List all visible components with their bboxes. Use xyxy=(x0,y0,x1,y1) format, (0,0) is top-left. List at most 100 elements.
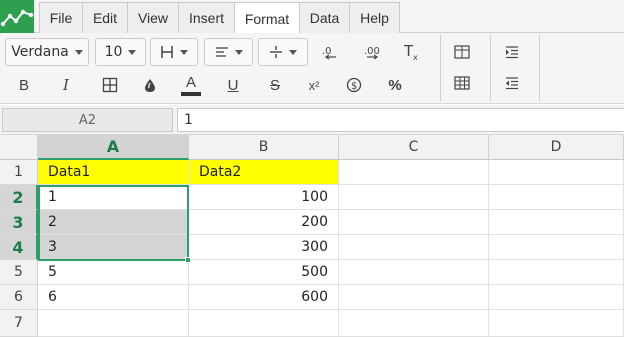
menu-tab-file[interactable]: File xyxy=(39,2,83,33)
cell-d6[interactable] xyxy=(489,285,624,310)
font-color-button[interactable]: A xyxy=(178,71,204,99)
cell-d7[interactable] xyxy=(489,310,624,337)
fill-handle[interactable] xyxy=(185,257,191,263)
outdent-button[interactable] xyxy=(499,71,525,95)
column-header-c[interactable]: C xyxy=(339,135,489,160)
vertical-align-dropdown[interactable] xyxy=(258,38,308,66)
menu-tab-format[interactable]: Format xyxy=(234,2,300,34)
superscript-label: x² xyxy=(308,77,320,93)
currency-format-button[interactable]: $ xyxy=(341,73,367,97)
toolbar-separator xyxy=(490,35,491,101)
cell-a7[interactable] xyxy=(38,310,189,337)
row-header-7[interactable]: 7 xyxy=(0,310,38,337)
chevron-down-icon xyxy=(234,49,243,55)
cell-d3[interactable] xyxy=(489,210,624,235)
format-table-button[interactable] xyxy=(449,40,475,64)
column-header-a[interactable]: A xyxy=(38,135,189,160)
row-header-2[interactable]: 2 xyxy=(0,185,38,210)
border-style-icon xyxy=(161,46,173,58)
clear-format-button[interactable]: T x xyxy=(399,40,425,64)
font-family-value: Verdana xyxy=(11,44,69,60)
cell-c6[interactable] xyxy=(339,285,489,310)
border-style-dropdown[interactable] xyxy=(150,38,198,66)
column-header-d[interactable]: D xyxy=(489,135,624,160)
increase-decimal-button[interactable]: .00 xyxy=(360,40,386,64)
cell-a2[interactable]: 1 xyxy=(38,185,189,210)
row-header-1[interactable]: 1 xyxy=(0,160,38,185)
strikethrough-button[interactable]: S xyxy=(262,73,288,97)
cell-a1[interactable]: Data1 xyxy=(38,160,189,185)
cell-c4[interactable] xyxy=(339,235,489,260)
vertical-align-icon xyxy=(270,46,282,58)
row-header-6[interactable]: 6 xyxy=(0,285,38,310)
bold-label: B xyxy=(18,76,29,94)
cell-d2[interactable] xyxy=(489,185,624,210)
strikethrough-label: S xyxy=(269,76,280,94)
cell-name-box[interactable]: A2 xyxy=(2,108,173,132)
cell-d5[interactable] xyxy=(489,260,624,285)
superscript-button[interactable]: x² xyxy=(301,73,327,97)
chevron-down-icon xyxy=(128,49,137,55)
menu-bar: File Edit View Insert Format Data Help xyxy=(0,0,624,34)
borders-icon xyxy=(102,77,118,93)
format-cells-button[interactable] xyxy=(449,71,475,95)
chevron-down-icon xyxy=(180,49,188,55)
menu-tab-edit[interactable]: Edit xyxy=(82,2,128,33)
toolbar: Verdana 10 .0 .00 T x B I A U S x² $ % xyxy=(0,33,624,104)
grid-icon xyxy=(454,76,470,90)
underline-label: U xyxy=(227,76,239,94)
cell-b1[interactable]: Data2 xyxy=(189,160,339,185)
row-header-4[interactable]: 4 xyxy=(0,235,38,260)
font-size-select[interactable]: 10 xyxy=(95,38,146,66)
svg-text:x: x xyxy=(413,53,418,61)
paint-bucket-icon xyxy=(145,79,155,92)
menu-tab-insert[interactable]: Insert xyxy=(178,2,235,33)
cell-b6[interactable]: 600 xyxy=(189,285,339,310)
cell-a4[interactable]: 3 xyxy=(38,235,189,260)
percent-label: % xyxy=(388,76,402,94)
borders-button[interactable] xyxy=(97,73,123,97)
cell-d4[interactable] xyxy=(489,235,624,260)
cell-b7[interactable] xyxy=(189,310,339,337)
cell-a3[interactable]: 2 xyxy=(38,210,189,235)
cell-a5[interactable]: 5 xyxy=(38,260,189,285)
menu-tab-help[interactable]: Help xyxy=(349,2,400,33)
sparkline-logo-icon xyxy=(0,9,34,27)
cell-c3[interactable] xyxy=(339,210,489,235)
font-family-select[interactable]: Verdana xyxy=(5,38,89,66)
select-all-corner[interactable] xyxy=(0,135,38,160)
column-header-b[interactable]: B xyxy=(189,135,339,160)
toolbar-separator xyxy=(440,35,441,101)
formula-bar: A2 1 xyxy=(0,105,624,135)
app-logo xyxy=(0,0,34,33)
cell-c2[interactable] xyxy=(339,185,489,210)
font-size-value: 10 xyxy=(104,44,123,60)
indent-button[interactable] xyxy=(499,40,525,64)
cell-a6[interactable]: 6 xyxy=(38,285,189,310)
decrease-decimal-button[interactable]: .0 xyxy=(317,40,343,64)
percent-format-button[interactable]: % xyxy=(382,73,408,97)
menu-tab-view[interactable]: View xyxy=(127,2,179,33)
underline-button[interactable]: U xyxy=(220,73,246,97)
cell-b4[interactable]: 300 xyxy=(189,235,339,260)
cell-c7[interactable] xyxy=(339,310,489,337)
cell-b3[interactable]: 200 xyxy=(189,210,339,235)
horizontal-align-dropdown[interactable] xyxy=(204,38,253,66)
italic-button[interactable]: I xyxy=(53,73,79,97)
formula-input[interactable]: 1 xyxy=(177,108,624,132)
svg-text:.0: .0 xyxy=(322,46,332,57)
fill-color-button[interactable] xyxy=(137,73,163,97)
chevron-down-icon xyxy=(289,49,297,55)
menu-tab-data[interactable]: Data xyxy=(299,2,350,33)
cell-c5[interactable] xyxy=(339,260,489,285)
bold-button[interactable]: B xyxy=(11,73,37,97)
font-color-label: A xyxy=(185,73,196,91)
row-header-5[interactable]: 5 xyxy=(0,260,38,285)
cell-b2[interactable]: 100 xyxy=(189,185,339,210)
cell-d1[interactable] xyxy=(489,160,624,185)
row-header-3[interactable]: 3 xyxy=(0,210,38,235)
cell-b5[interactable]: 500 xyxy=(189,260,339,285)
dollar-circle-icon: $ xyxy=(346,77,362,93)
cell-c1[interactable] xyxy=(339,160,489,185)
chevron-down-icon xyxy=(74,49,83,55)
